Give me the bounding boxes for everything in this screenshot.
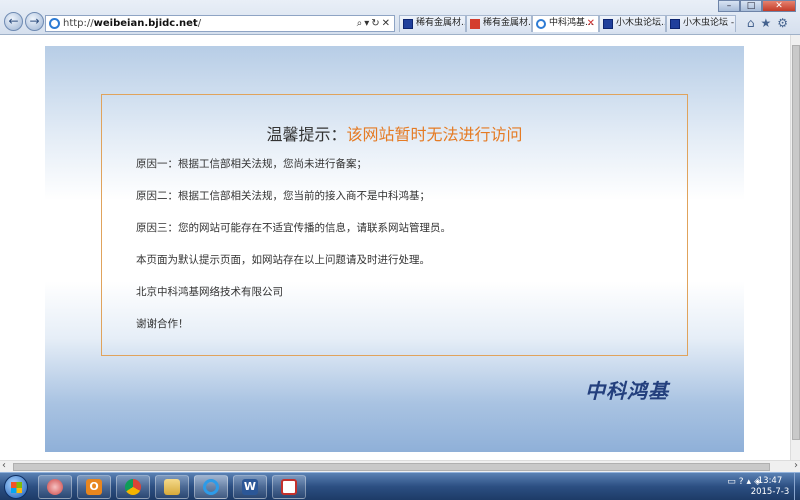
- chrome-icon: [125, 479, 141, 495]
- site-favicon-icon: [403, 19, 413, 29]
- reason-2: 原因二：根据工信部相关法规，您当前的接入商不是中科鸿基；: [136, 190, 430, 202]
- tab-active[interactable]: 中科鸿基... ✕: [532, 15, 599, 32]
- show-desktop-button[interactable]: [794, 473, 800, 500]
- window-controls: – □ ✕: [718, 0, 796, 12]
- back-button[interactable]: ←: [4, 12, 23, 31]
- folder-icon: [164, 479, 180, 495]
- settings-gear-icon[interactable]: ⚙: [777, 16, 794, 30]
- thanks-text: 谢谢合作！: [136, 318, 189, 330]
- favorites-star-icon[interactable]: ★: [760, 16, 777, 30]
- ie-favicon-icon: [536, 19, 546, 29]
- help-icon[interactable]: ?: [739, 477, 747, 487]
- maximize-button[interactable]: □: [740, 0, 762, 12]
- company-logo: 中科鸿基: [585, 379, 669, 403]
- notice-title: 温馨提示：该网站暂时无法进行访问: [102, 121, 687, 145]
- vertical-scrollbar[interactable]: [790, 35, 800, 460]
- page-viewport: 温馨提示：该网站暂时无法进行访问 原因一：根据工信部相关法规，您尚未进行备案； …: [0, 35, 790, 460]
- address-tools[interactable]: ⌕▾↻✕: [357, 16, 392, 31]
- browser-tools: ⌂★⚙: [747, 16, 794, 30]
- address-bar[interactable]: http://weibeian.bjidc.net/ ⌕▾↻✕: [45, 15, 395, 32]
- tab-label: 小木虫论坛...: [616, 18, 666, 28]
- taskbar-app-pdf[interactable]: [272, 475, 306, 499]
- reason-3: 原因三：您的网站可能存在不适宜传播的信息，请联系网站管理员。: [136, 222, 451, 234]
- word-icon: W: [242, 479, 258, 495]
- clock[interactable]: 13:47 2015-7-3: [748, 476, 792, 498]
- default-notice: 本页面为默认提示页面，如网站存在以上问题请及时进行处理。: [136, 254, 430, 266]
- stop-icon[interactable]: ✕: [382, 18, 392, 29]
- outlook-icon: O: [86, 479, 102, 495]
- horizontal-scroll-thumb[interactable]: [13, 463, 770, 471]
- close-tab-icon[interactable]: ✕: [587, 16, 595, 31]
- vertical-scroll-thumb[interactable]: [792, 45, 800, 440]
- taskbar-app-ie[interactable]: [194, 475, 228, 499]
- browser-toolbar: – □ ✕ ← → http://weibeian.bjidc.net/ ⌕▾↻…: [0, 0, 800, 35]
- site-favicon-icon: [470, 19, 480, 29]
- clock-date: 2015-7-3: [750, 487, 790, 497]
- clock-time: 13:47: [757, 476, 783, 486]
- close-button[interactable]: ✕: [762, 0, 796, 12]
- tab-label: 稀有金属材...: [416, 18, 466, 28]
- taskbar: O W ▭?▴◈ 13:47 2015-7-3: [0, 472, 800, 500]
- home-icon[interactable]: ⌂: [747, 16, 761, 30]
- start-button[interactable]: [4, 475, 28, 499]
- refresh-icon[interactable]: ↻: [371, 18, 381, 29]
- notice-box: 温馨提示：该网站暂时无法进行访问 原因一：根据工信部相关法规，您尚未进行备案； …: [101, 94, 688, 356]
- tab-5[interactable]: 小木虫论坛 -...: [666, 15, 736, 32]
- taskbar-app-browser[interactable]: [38, 475, 72, 499]
- tab-2[interactable]: 稀有金属材...: [466, 15, 532, 32]
- tab-label: 稀有金属材...: [483, 18, 532, 28]
- notice-lines: 原因一：根据工信部相关法规，您尚未进行备案； 原因二：根据工信部相关法规，您当前…: [136, 157, 451, 349]
- ie-icon: [203, 479, 219, 495]
- pdf-icon: [281, 479, 297, 495]
- reason-1: 原因一：根据工信部相关法规，您尚未进行备案；: [136, 158, 367, 170]
- tab-label: 小木虫论坛 -...: [683, 18, 735, 28]
- scroll-left-icon[interactable]: ‹: [2, 460, 6, 471]
- tab-4[interactable]: 小木虫论坛...: [599, 15, 666, 32]
- ie-page-icon: [49, 18, 60, 29]
- keyboard-icon[interactable]: ▭: [727, 477, 739, 487]
- site-favicon-icon: [603, 19, 613, 29]
- title-prefix: 温馨提示：: [266, 125, 347, 144]
- site-favicon-icon: [670, 19, 680, 29]
- address-url[interactable]: http://weibeian.bjidc.net/: [63, 17, 201, 30]
- taskbar-app-explorer[interactable]: [155, 475, 189, 499]
- forward-button[interactable]: →: [25, 12, 44, 31]
- browser-icon: [47, 479, 63, 495]
- minimize-button[interactable]: –: [718, 0, 740, 12]
- scroll-right-icon[interactable]: ›: [794, 460, 798, 471]
- taskbar-app-word[interactable]: W: [233, 475, 267, 499]
- notice-panel: 温馨提示：该网站暂时无法进行访问 原因一：根据工信部相关法规，您尚未进行备案； …: [45, 46, 744, 452]
- tab-1[interactable]: 稀有金属材...: [399, 15, 466, 32]
- horizontal-scrollbar[interactable]: ‹ ›: [0, 460, 800, 472]
- taskbar-app-chrome[interactable]: [116, 475, 150, 499]
- title-highlight: 该网站暂时无法进行访问: [346, 125, 523, 144]
- taskbar-app-outlook[interactable]: O: [77, 475, 111, 499]
- company-name: 北京中科鸿基网络技术有限公司: [136, 286, 283, 298]
